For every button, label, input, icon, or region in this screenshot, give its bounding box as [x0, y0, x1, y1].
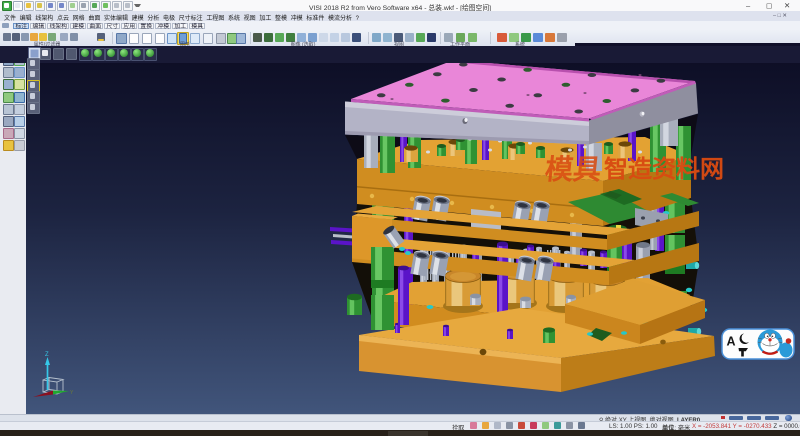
svg-text:智造资料网: 智造资料网 — [604, 155, 724, 183]
svg-text:A: A — [727, 335, 736, 349]
svg-text:Z: Z — [45, 352, 49, 358]
svg-text:模具: 模具 — [544, 154, 603, 185]
